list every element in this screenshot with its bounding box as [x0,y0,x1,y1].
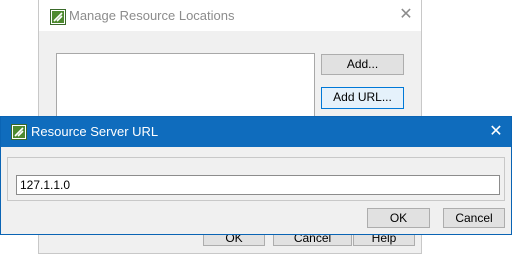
app-logo-icon [11,124,27,140]
resource-server-url-dialog: Resource Server URL ✕ 127.1.1.0 OK Cance… [0,116,512,235]
manage-resource-locations-titlebar[interactable]: Manage Resource Locations ✕ [39,0,421,31]
close-icon[interactable]: ✕ [485,121,507,143]
dialog-title: Resource Server URL [31,124,159,139]
url-panel: 127.1.1.0 [7,157,505,201]
add-button[interactable]: Add... [321,54,404,75]
resource-server-url-titlebar[interactable]: Resource Server URL ✕ [1,117,511,147]
url-input[interactable]: 127.1.1.0 [16,175,500,195]
add-url-button[interactable]: Add URL... [321,87,404,109]
ok-button[interactable]: OK [367,208,430,228]
cancel-button[interactable]: Cancel [443,208,505,228]
app-logo-icon [50,9,66,25]
dialog-title: Manage Resource Locations [69,8,235,23]
close-icon[interactable]: ✕ [395,4,417,26]
